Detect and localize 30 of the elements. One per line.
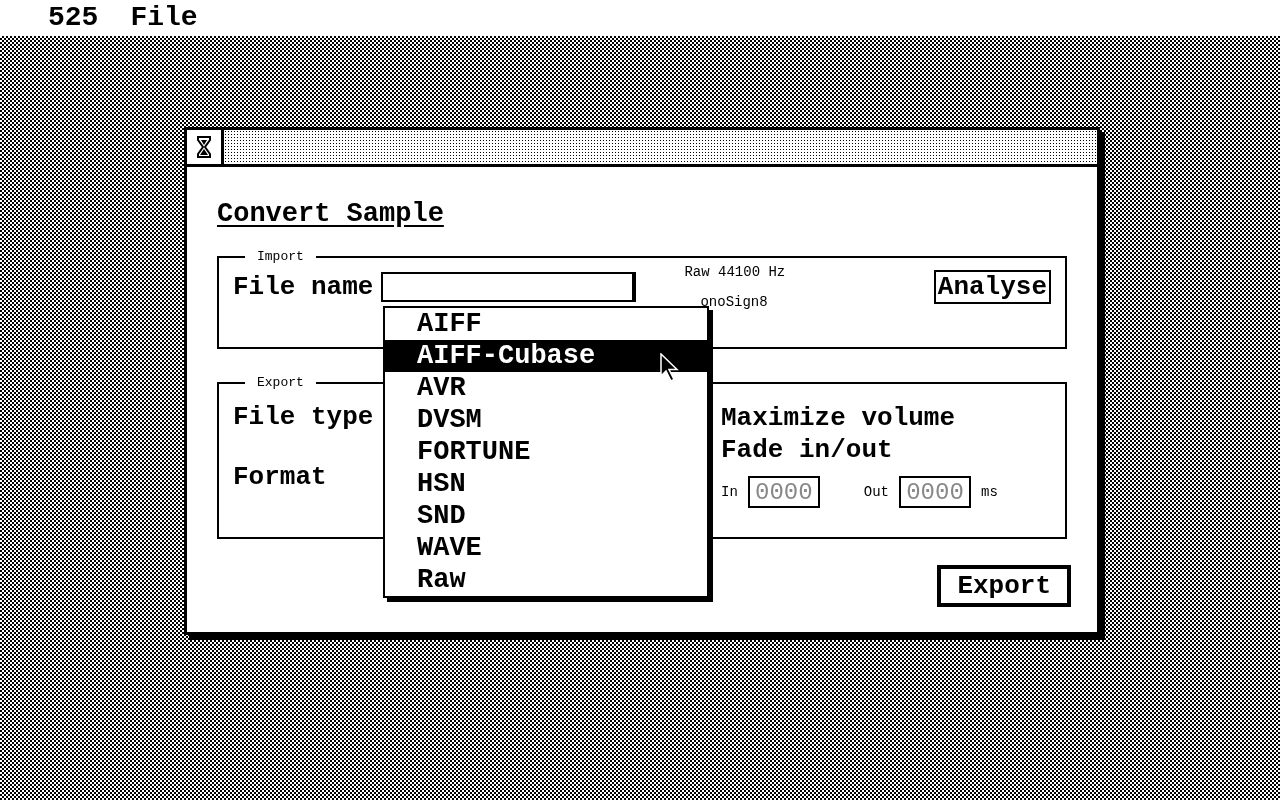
menu-bar-item[interactable]: 525 (48, 4, 99, 32)
group-legend: Import (245, 249, 316, 264)
sample-info: onoSign8 (700, 294, 769, 310)
pointer-icon (660, 353, 680, 383)
menu-item[interactable]: AIFF (385, 308, 707, 340)
field-label: Format (233, 462, 327, 492)
menu-item[interactable]: FORTUNE (385, 436, 707, 468)
menu-item[interactable]: AIFF-Cubase (385, 340, 707, 372)
field-label: File name (233, 272, 374, 302)
option-label[interactable]: Maximize volume (721, 402, 998, 434)
close-icon (197, 136, 211, 158)
field-label: File type (233, 402, 374, 432)
menu-item[interactable]: Raw (385, 564, 707, 596)
fade-in-label: In (721, 484, 738, 500)
menu-item[interactable]: HSN (385, 468, 707, 500)
menu-item[interactable]: WAVE (385, 532, 707, 564)
menu-item[interactable]: DVSM (385, 404, 707, 436)
option-label[interactable]: Fade in/out (721, 434, 998, 466)
fade-out-label: Out (863, 484, 890, 500)
file-name-field[interactable] (381, 272, 637, 302)
sample-info: Raw 44100 Hz (684, 264, 786, 280)
group-legend: Export (245, 375, 316, 390)
menu-bar-item[interactable]: File (130, 4, 198, 32)
menu-item[interactable]: AVR (385, 372, 707, 404)
analyse-button[interactable]: Analyse (933, 270, 1051, 304)
export-button[interactable]: Export (937, 565, 1071, 607)
unit-label: ms (981, 484, 998, 500)
dialog-heading: Convert Sample (217, 199, 444, 229)
menu-item[interactable]: SND (385, 500, 707, 532)
title-bar[interactable] (224, 130, 1097, 164)
